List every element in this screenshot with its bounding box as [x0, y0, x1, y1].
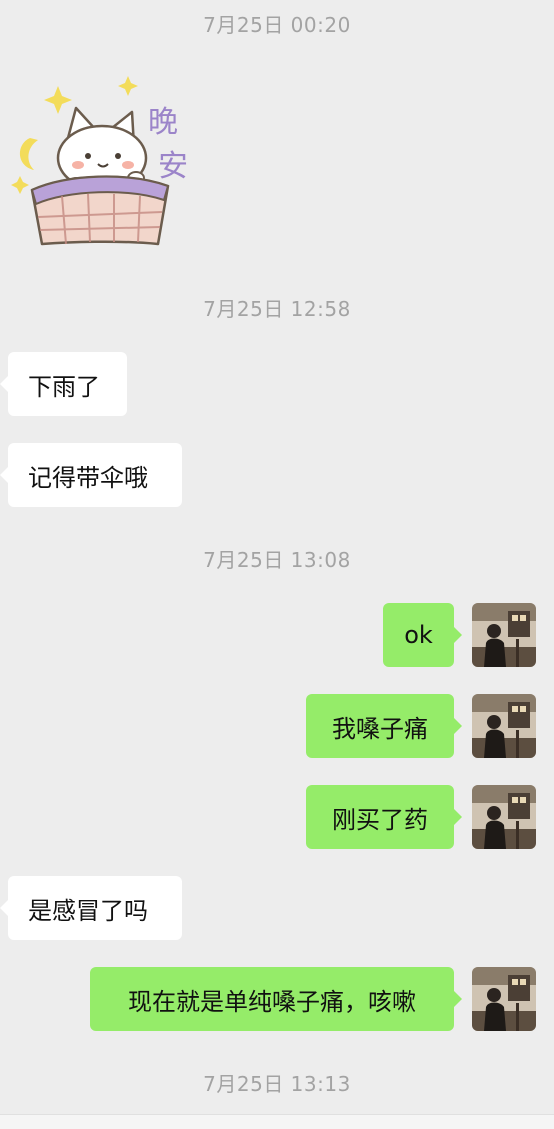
cat-goodnight-sticker[interactable]: 晚 安 — [8, 72, 204, 252]
message-bubble-received[interactable]: 是感冒了吗 — [0, 876, 182, 940]
message-bubble-received[interactable]: 记得带伞哦 — [0, 443, 182, 507]
input-bar-edge — [0, 1114, 554, 1129]
message-bubble-sent[interactable]: 现在就是单纯嗓子痛，咳嗽 — [90, 967, 462, 1031]
timestamp: 7月25日 12:58 — [203, 297, 351, 321]
avatar[interactable] — [472, 694, 536, 758]
timestamp: 7月25日 13:13 — [203, 1072, 351, 1096]
avatar[interactable] — [472, 603, 536, 667]
timestamp: 7月25日 13:08 — [203, 548, 351, 572]
timestamp: 7月25日 00:20 — [203, 13, 351, 37]
avatar[interactable] — [472, 967, 536, 1031]
message-bubble-received[interactable]: 下雨了 — [0, 352, 127, 416]
sticker-text-1: 晚 — [148, 105, 178, 140]
message-bubble-sent[interactable]: ok — [383, 603, 462, 667]
message-bubble-sent[interactable]: 我嗓子痛 — [306, 694, 462, 758]
message-bubble-sent[interactable]: 刚买了药 — [306, 785, 462, 849]
sticker-text-2: 安 — [158, 149, 188, 184]
chat-window: 7月25日 00:20 晚 安 7月25日 12:58 下雨了 记得带伞哦 7月… — [0, 0, 554, 1129]
sticker-image: 晚 安 — [11, 76, 188, 246]
avatar[interactable] — [472, 785, 536, 849]
